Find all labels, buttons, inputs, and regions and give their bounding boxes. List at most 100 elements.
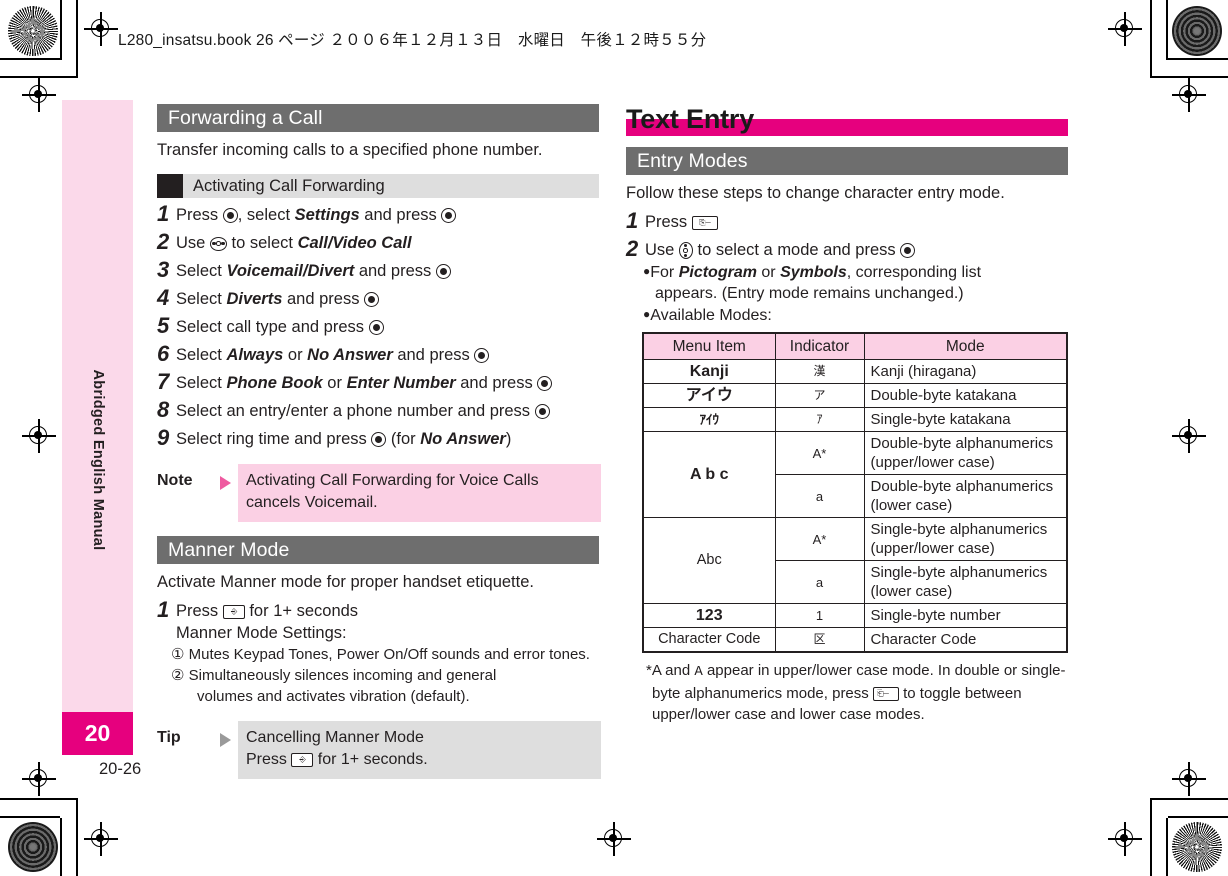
entry-bullet-2: ●Available Modes: bbox=[626, 304, 1070, 326]
step-3: 3 Select Voicemail/Divert and press bbox=[157, 259, 601, 282]
starburst-target-top-left bbox=[8, 6, 58, 56]
cell-indicator: 区 bbox=[774, 627, 865, 653]
tip-arrow-icon bbox=[220, 733, 231, 747]
cell-indicator: a bbox=[774, 474, 865, 518]
cell-mode: Double-byte alphanumerics (upper/lower c… bbox=[863, 431, 1068, 475]
step-text-pre: Press bbox=[176, 602, 223, 620]
entry-bullet-1: ●For Pictogram or Symbols, corresponding… bbox=[626, 261, 1070, 283]
step-1: 1 Press , select Settings and press bbox=[157, 203, 601, 226]
cell-menu-item: Kanji bbox=[642, 359, 776, 384]
table-header-row: Menu Item Indicator Mode bbox=[642, 332, 1068, 360]
manner-step-1: 1 Press ⎆ for 1+ seconds bbox=[157, 599, 601, 622]
note-arrow-icon bbox=[220, 476, 231, 490]
bullet-emphasis-2: Symbols bbox=[780, 264, 847, 281]
step-emphasis: Diverts bbox=[226, 290, 283, 308]
tip-line-post: for 1+ seconds. bbox=[313, 751, 428, 768]
page-folio: 20-26 bbox=[99, 760, 142, 778]
bullet-text-pre: For bbox=[650, 264, 679, 281]
section-header-entry-modes: Entry Modes bbox=[626, 147, 1068, 175]
tip-body: Cancelling Manner Mode Press ⎆ for 1+ se… bbox=[238, 721, 601, 779]
step-9: 9 Select ring time and press (for No Ans… bbox=[157, 427, 601, 450]
step-emphasis: Always bbox=[226, 346, 284, 364]
step-text: Use to select a mode and press bbox=[645, 238, 1070, 261]
trim-line-bl-h bbox=[0, 816, 60, 818]
tip-title: Cancelling Manner Mode bbox=[246, 729, 424, 746]
manner-item-1: ① Mutes Keypad Tones, Power On/Off sound… bbox=[157, 644, 601, 665]
entry-modes-table: Menu Item Indicator Mode Kanji 漢 Kanji (… bbox=[642, 332, 1068, 653]
footnote-part-a: *A and bbox=[646, 662, 695, 679]
step-text-post: and press bbox=[455, 374, 538, 392]
center-key-icon bbox=[371, 432, 387, 447]
step-6: 6 Select Always or No Answer and press bbox=[157, 343, 601, 366]
cell-indicator: 漢 bbox=[774, 359, 865, 384]
case-toggle-key-icon: ⎗⚊ bbox=[872, 687, 899, 701]
step-number: 7 bbox=[157, 369, 170, 394]
cell-indicator: 1 bbox=[774, 603, 865, 628]
cell-menu-item: 123 bbox=[642, 603, 776, 628]
th-indicator: Indicator bbox=[774, 332, 865, 360]
step-text-mid: to select a mode and press bbox=[692, 241, 901, 259]
mode-switch-key-icon: ⎘⚊ bbox=[691, 216, 718, 230]
step-text-pre: Select bbox=[176, 346, 227, 364]
step-text-pre: Press bbox=[645, 213, 692, 231]
step-text: Select Phone Book or Enter Number and pr… bbox=[176, 371, 601, 394]
left-right-key-icon bbox=[209, 237, 227, 251]
step-text-post: and press bbox=[359, 206, 442, 224]
cell-indicator: A* bbox=[774, 517, 865, 561]
step-emphasis: Phone Book bbox=[226, 374, 323, 392]
step-text-pre: Press bbox=[176, 206, 223, 224]
note-tag: Note bbox=[157, 472, 193, 489]
tip-tag: Tip bbox=[157, 729, 181, 746]
registration-mark-left-upper bbox=[22, 78, 56, 112]
bullet-text-pre: Available Modes: bbox=[650, 307, 772, 324]
running-head: L280_insatsu.book 26 ページ ２００６年１２月１３日 水曜日… bbox=[118, 32, 707, 49]
trim-line-bl-v bbox=[60, 818, 62, 876]
note-body: Activating Call Forwarding for Voice Cal… bbox=[238, 464, 601, 522]
trim-line-br-h bbox=[1168, 816, 1228, 818]
step-text: Use to select Call/Video Call bbox=[176, 231, 601, 254]
step-7: 7 Select Phone Book or Enter Number and … bbox=[157, 371, 601, 394]
manner-settings-label: Manner Mode Settings: bbox=[176, 624, 347, 642]
step-4: 4 Select Diverts and press bbox=[157, 287, 601, 310]
step-text-pre: Use bbox=[176, 234, 210, 252]
right-column: Text Entry Entry Modes Follow these step… bbox=[626, 104, 1070, 725]
registration-mark-bottom-center bbox=[597, 822, 631, 856]
trim-line-br-v2 bbox=[1150, 798, 1152, 876]
step-text-pre: Select bbox=[176, 374, 227, 392]
step-text-mid: , select bbox=[237, 206, 295, 224]
cell-menu-item: ｱｲｳ bbox=[642, 407, 776, 432]
tip-line-pre: Press bbox=[246, 751, 292, 768]
registration-mark-bottom-right bbox=[1108, 822, 1142, 856]
starburst-target-top-right bbox=[1172, 6, 1222, 56]
table-row: ｱｲｳ ｱ Single-byte katakana bbox=[642, 407, 1068, 432]
cell-mode: Single-byte katakana bbox=[863, 407, 1068, 432]
manner-key-icon: ⎆ bbox=[291, 753, 314, 767]
trim-line-tl-h bbox=[0, 58, 60, 60]
step-number: 2 bbox=[626, 236, 639, 261]
center-key-icon bbox=[441, 208, 457, 223]
table-row: 123 1 Single-byte number bbox=[642, 603, 1068, 628]
step-text-post: for 1+ seconds bbox=[244, 602, 359, 620]
step-text-pre: Select bbox=[176, 262, 227, 280]
step-text-mid: or bbox=[283, 346, 308, 364]
entry-bullet-1-cont: appears. (Entry mode remains unchanged.) bbox=[655, 285, 964, 302]
registration-mark-left-middle bbox=[22, 419, 56, 453]
trim-line-tr-v bbox=[1166, 0, 1168, 60]
cell-indicator: ｱ bbox=[774, 407, 865, 432]
table-row: Abc A* Single-byte alphanumerics (upper/… bbox=[642, 517, 1068, 604]
manner-item-1-text: Mutes Keypad Tones, Power On/Off sounds … bbox=[188, 646, 590, 663]
center-key-icon bbox=[364, 292, 380, 307]
step-text: Select Diverts and press bbox=[176, 287, 601, 310]
manner-item-2-text: Simultaneously silences incoming and gen… bbox=[188, 667, 497, 684]
cell-menu-item: A b c bbox=[642, 431, 776, 518]
cell-mode: Character Code bbox=[863, 627, 1068, 653]
th-menu-item: Menu Item bbox=[642, 332, 776, 360]
tip-line: Press ⎆ for 1+ seconds. bbox=[246, 749, 593, 771]
sidebar-chapter-number: 20 bbox=[62, 712, 133, 755]
manner-item-2: ② Simultaneously silences incoming and g… bbox=[157, 665, 601, 686]
sidebar-tab: Abridged English Manual 20 bbox=[62, 100, 133, 755]
step-emphasis-2: No Answer bbox=[307, 346, 393, 364]
trim-line-tl-v bbox=[60, 0, 62, 60]
manner-intro: Activate Manner mode for proper handset … bbox=[157, 573, 534, 591]
table-row: A b c A* Double-byte alphanumerics (uppe… bbox=[642, 431, 1068, 518]
